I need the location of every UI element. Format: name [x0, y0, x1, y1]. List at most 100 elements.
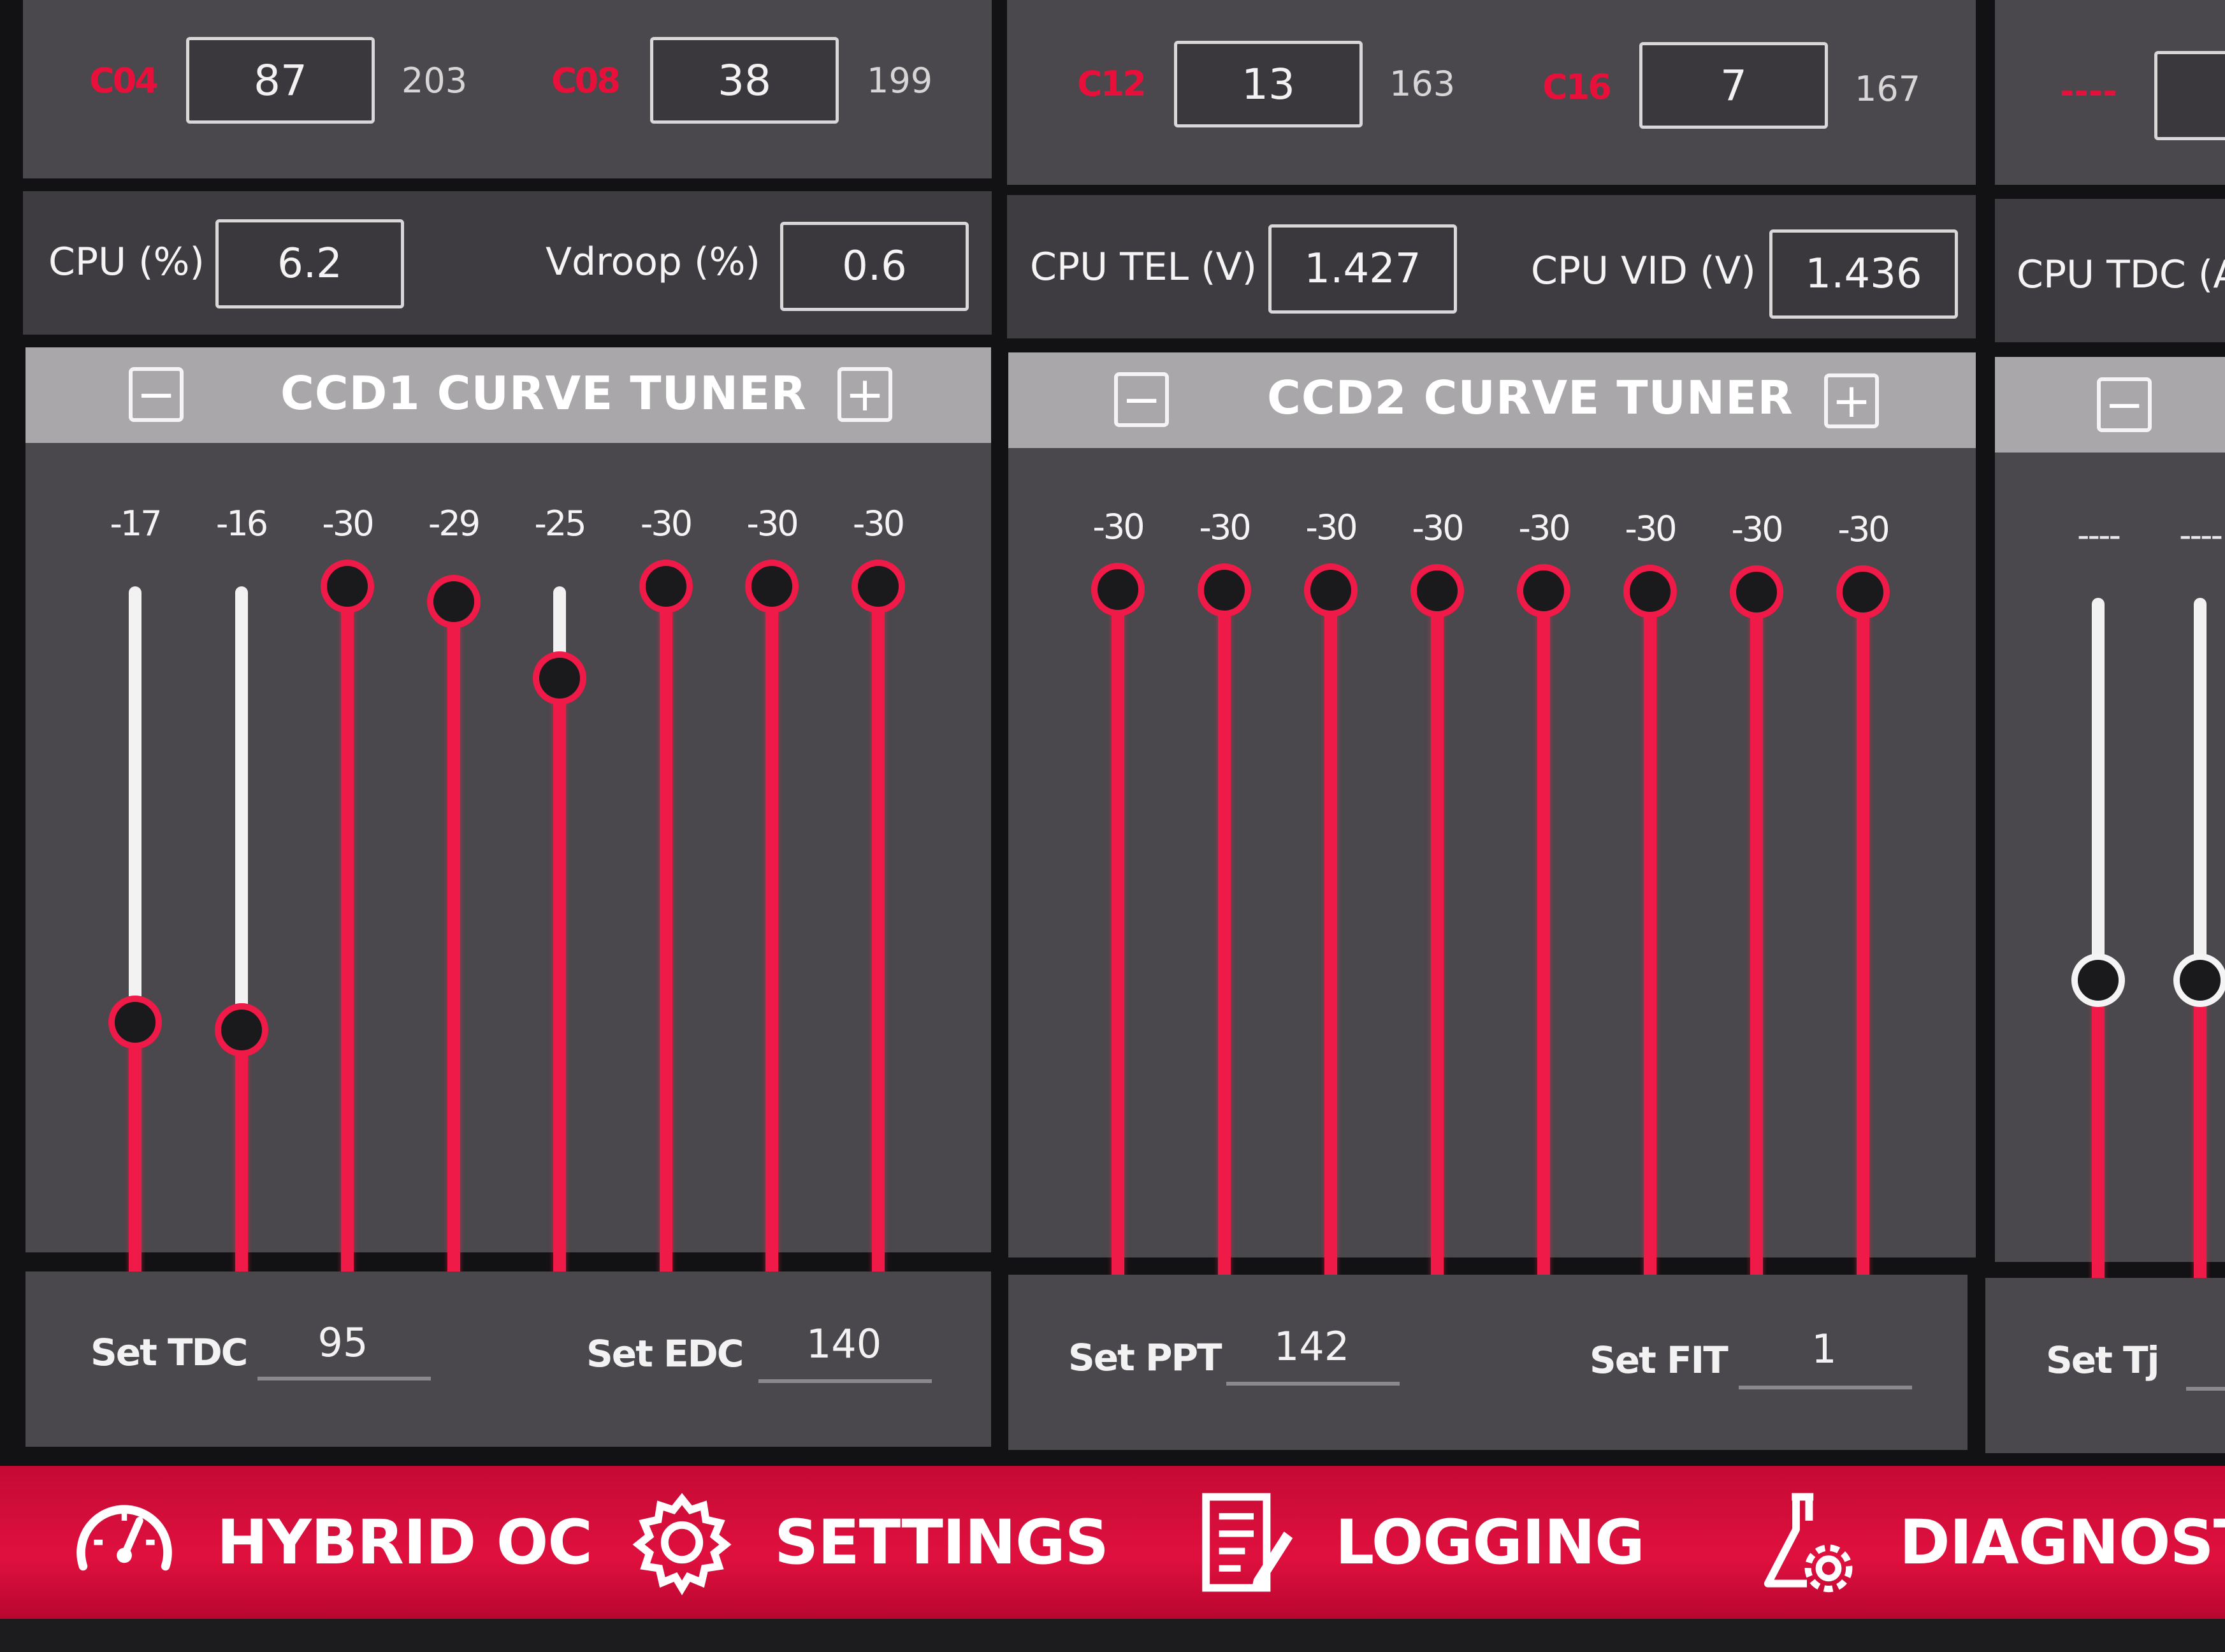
nav-settings[interactable]: SETTINGS	[628, 1466, 1109, 1619]
slider-offset-value: -30	[322, 504, 374, 544]
ccd2-increase-button[interactable]: +	[1824, 373, 1879, 428]
cpu-usage-label: CPU (%)	[48, 240, 205, 284]
bottom-strip	[0, 1619, 2225, 1652]
slider-track-fill	[1537, 591, 1550, 1356]
cpu-tel-value: 1.427	[1268, 224, 1457, 314]
set-edc-underline	[758, 1379, 932, 1383]
slider-knob[interactable]	[2173, 953, 2225, 1007]
slider-knob[interactable]	[533, 651, 586, 705]
cpu-tdc-label: CPU TDC (A	[2017, 252, 2225, 297]
slider-track-fill	[1431, 590, 1444, 1356]
slider-track-fill	[659, 586, 672, 1351]
set-tdc-underline	[257, 1377, 431, 1380]
set-tj-label: Set Tj	[2046, 1338, 2159, 1382]
nav-settings-label: SETTINGS	[774, 1507, 1109, 1578]
core-value-c12[interactable]: 13	[1174, 41, 1363, 127]
set-tdc-label: Set TDC	[91, 1331, 248, 1374]
core-max-c04: 203	[402, 61, 468, 101]
slider-offset-value: ----	[2179, 515, 2223, 555]
slider-offset-value: -30	[1305, 507, 1358, 548]
slider-knob[interactable]	[321, 560, 374, 613]
slider-track-fill	[1112, 590, 1124, 1354]
slider-offset-value: -30	[1731, 509, 1783, 549]
core-label-c04: C04	[89, 61, 159, 101]
core-max-c12: 163	[1389, 64, 1456, 104]
set-fit-label: Set FIT	[1590, 1338, 1729, 1382]
slider-track-fill	[1324, 590, 1337, 1356]
slider-knob[interactable]	[108, 996, 162, 1049]
speedometer-icon	[70, 1488, 178, 1597]
slider-knob[interactable]	[745, 560, 799, 613]
slider-track-fill	[447, 602, 460, 1351]
ccd1-decrease-button[interactable]: −	[129, 367, 184, 422]
slider-track-fill	[765, 586, 778, 1351]
set-tdc-value[interactable]: 95	[257, 1319, 428, 1366]
core-label-c08: C08	[551, 61, 621, 101]
slider-offset-value: -30	[1518, 508, 1570, 549]
slider-knob[interactable]	[1623, 565, 1677, 618]
slider-knob[interactable]	[639, 560, 693, 613]
slider-knob[interactable]	[1410, 563, 1464, 618]
set-edc-value[interactable]: 140	[758, 1321, 929, 1367]
core-label-c16: C16	[1542, 67, 1612, 107]
core-label-c12: C12	[1077, 64, 1147, 104]
bottom-nav-bar: HYBRID OC SETTINGS LOGGING DIAGNOS	[0, 1466, 2225, 1619]
slider-offset-value: -30	[1199, 507, 1251, 547]
vdroop-label: Vdroop (%)	[546, 240, 760, 284]
vdroop-value: 0.6	[780, 222, 969, 311]
slider-knob[interactable]	[214, 1003, 268, 1057]
slider-track-fill	[1644, 591, 1656, 1356]
slider-knob[interactable]	[426, 575, 481, 628]
slider-knob[interactable]	[851, 560, 905, 613]
ccd2-decrease-button[interactable]: −	[1114, 372, 1169, 427]
cpu-vid-value: 1.436	[1769, 229, 1958, 319]
slider-track-upper	[2194, 598, 2207, 980]
nav-hybrid-oc-label: HYBRID OC	[217, 1507, 593, 1578]
slider-offset-value: ----	[2077, 515, 2121, 555]
flask-gear-icon	[1753, 1488, 1861, 1597]
ccd2-title: CCD2 CURVE TUNER	[1267, 371, 1794, 424]
core-value-extra[interactable]	[2154, 51, 2225, 140]
slider-offset-value: -25	[534, 504, 586, 544]
set-ppt-value[interactable]: 142	[1226, 1323, 1397, 1370]
nav-logging-label: LOGGING	[1335, 1507, 1645, 1578]
slider-offset-value: -30	[640, 504, 693, 544]
slider-track-fill	[871, 586, 885, 1351]
slider-knob[interactable]	[1091, 563, 1145, 616]
nav-hybrid-oc[interactable]: HYBRID OC	[70, 1466, 593, 1619]
core-value-c08[interactable]: 38	[650, 37, 839, 124]
slider-offset-value: -30	[1412, 507, 1464, 548]
set-ppt-label: Set PPT	[1068, 1336, 1222, 1379]
core-max-c08: 199	[867, 61, 933, 101]
core-panel-left	[23, 0, 992, 178]
slider-offset-value: -30	[1625, 509, 1677, 549]
slider-offset-value: -29	[428, 504, 481, 544]
slider-track-fill	[1218, 590, 1231, 1355]
slider-offset-value: -30	[852, 504, 905, 544]
slider-knob[interactable]	[1198, 563, 1251, 617]
nav-logging[interactable]: LOGGING	[1189, 1466, 1645, 1619]
cpu-vid-label: CPU VID (V)	[1531, 249, 1756, 293]
slider-offset-value: -30	[1092, 507, 1145, 547]
set-fit-value[interactable]: 1	[1739, 1326, 1910, 1372]
ccd3-decrease-button[interactable]: −	[2097, 377, 2152, 432]
ccd1-increase-button[interactable]: +	[837, 367, 892, 422]
slider-offset-value: -30	[1837, 509, 1890, 550]
core-max-c16: 167	[1855, 69, 1921, 109]
core-label-extra: ----	[2060, 71, 2117, 112]
nav-diagnostic[interactable]: DIAGNOSTIC	[1753, 1466, 2225, 1619]
slider-knob[interactable]	[1304, 563, 1358, 618]
slider-knob[interactable]	[1517, 564, 1570, 618]
gear-icon	[628, 1488, 736, 1597]
slider-knob[interactable]	[2071, 953, 2125, 1007]
slider-offset-value: -16	[215, 504, 268, 544]
slider-knob[interactable]	[1730, 565, 1783, 619]
slider-knob[interactable]	[1836, 565, 1890, 620]
core-value-c16[interactable]: 7	[1639, 42, 1828, 129]
slider-track-fill	[341, 586, 354, 1351]
slider-track-fill	[553, 678, 566, 1351]
cpu-tel-label: CPU TEL (V)	[1030, 245, 1257, 289]
core-value-c04[interactable]: 87	[186, 37, 375, 124]
checklist-icon	[1189, 1488, 1297, 1597]
nav-diagnostic-label: DIAGNOSTIC	[1899, 1507, 2225, 1578]
